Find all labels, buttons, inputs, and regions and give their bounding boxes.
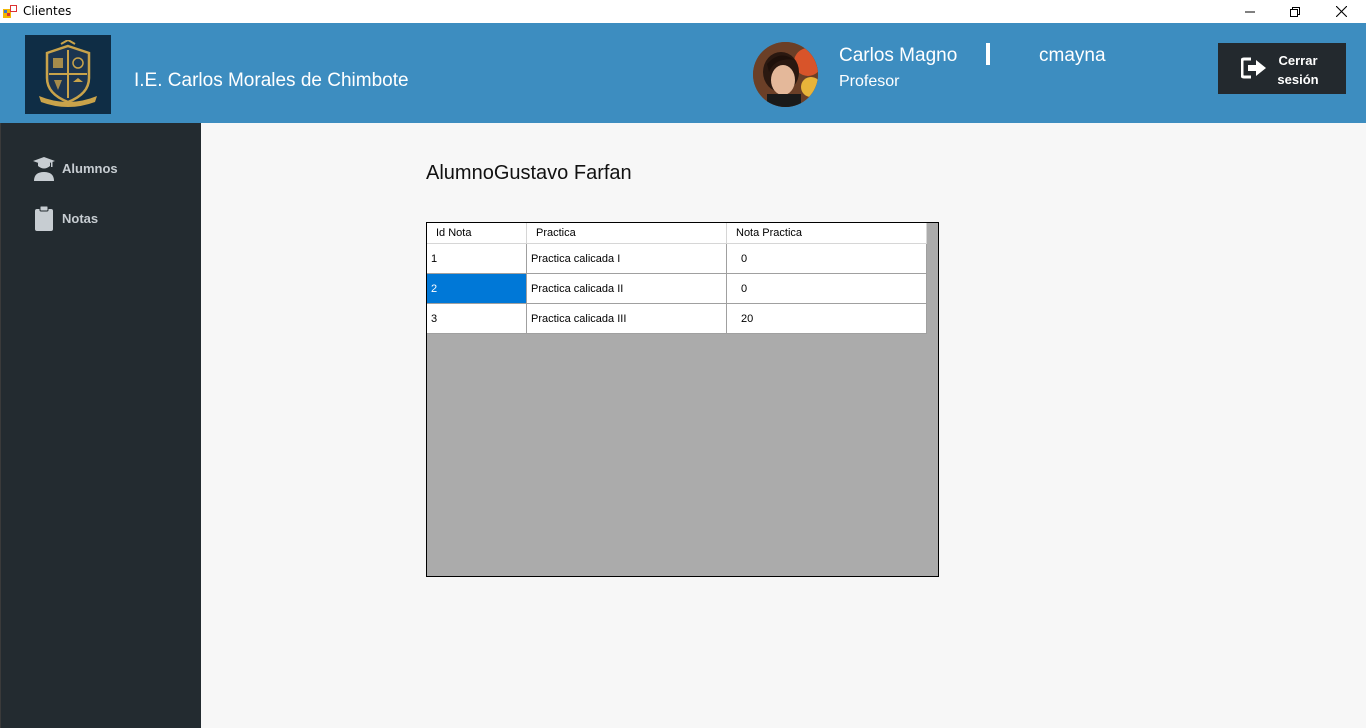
sidebar-item-notas[interactable]: Notas [1, 198, 201, 238]
logout-button[interactable]: Cerrar sesión [1218, 43, 1346, 94]
close-icon [1335, 6, 1347, 17]
window-title: Clientes [23, 4, 72, 18]
cell-practica[interactable]: Practica calicada I [527, 244, 727, 274]
table-row[interactable]: 1 Practica calicada I 0 [427, 244, 927, 274]
cell-id-nota-selected[interactable]: 2 [427, 274, 527, 304]
logout-label: Cerrar sesión [1277, 53, 1319, 87]
app-header: I.E. Carlos Morales de Chimbote Carlos M… [0, 23, 1366, 123]
sidebar-item-alumnos[interactable]: Alumnos [1, 148, 201, 188]
cell-id-nota[interactable]: 3 [427, 304, 527, 334]
cell-nota-practica[interactable]: 20 [727, 304, 927, 334]
user-name: Carlos Magno [839, 45, 958, 66]
grades-grid[interactable]: Id Nota Practica Nota Practica 1 Practic… [426, 222, 939, 577]
column-header-nota-practica[interactable]: Nota Practica [727, 223, 927, 244]
sidebar-item-label: Alumnos [62, 161, 118, 176]
table-row[interactable]: 3 Practica calicada III 20 [427, 304, 927, 334]
username: cmayna [1039, 45, 1106, 66]
cell-practica[interactable]: Practica calicada II [527, 274, 727, 304]
column-header-practica[interactable]: Practica [527, 223, 727, 244]
app-icon [3, 4, 18, 19]
grid-header: Id Nota Practica Nota Practica [427, 223, 927, 244]
cell-nota-practica[interactable]: 0 [727, 244, 927, 274]
school-name: I.E. Carlos Morales de Chimbote [134, 70, 409, 91]
column-header-id-nota[interactable]: Id Nota [427, 223, 527, 244]
table-row[interactable]: 2 Practica calicada II 0 [427, 274, 927, 304]
user-role: Profesor [839, 73, 900, 90]
window-titlebar: Clientes [0, 0, 1366, 23]
clipboard-icon [32, 205, 56, 232]
cell-nota-practica[interactable]: 0 [727, 274, 927, 304]
close-button[interactable] [1318, 0, 1364, 23]
sidebar-item-label: Notas [62, 211, 99, 226]
graduate-icon [32, 156, 56, 182]
restore-button[interactable] [1272, 0, 1318, 23]
cell-id-nota[interactable]: 1 [427, 244, 527, 274]
restore-icon [1290, 6, 1300, 17]
avatar [753, 42, 818, 107]
minimize-icon [1245, 11, 1255, 12]
sidebar: Alumnos Notas [0, 123, 201, 728]
school-logo [25, 35, 111, 114]
student-title: AlumnoGustavo Farfan [426, 162, 632, 184]
header-separator [986, 43, 990, 65]
cell-practica[interactable]: Practica calicada III [527, 304, 727, 334]
logout-icon [1240, 57, 1267, 79]
minimize-button[interactable] [1227, 0, 1273, 23]
